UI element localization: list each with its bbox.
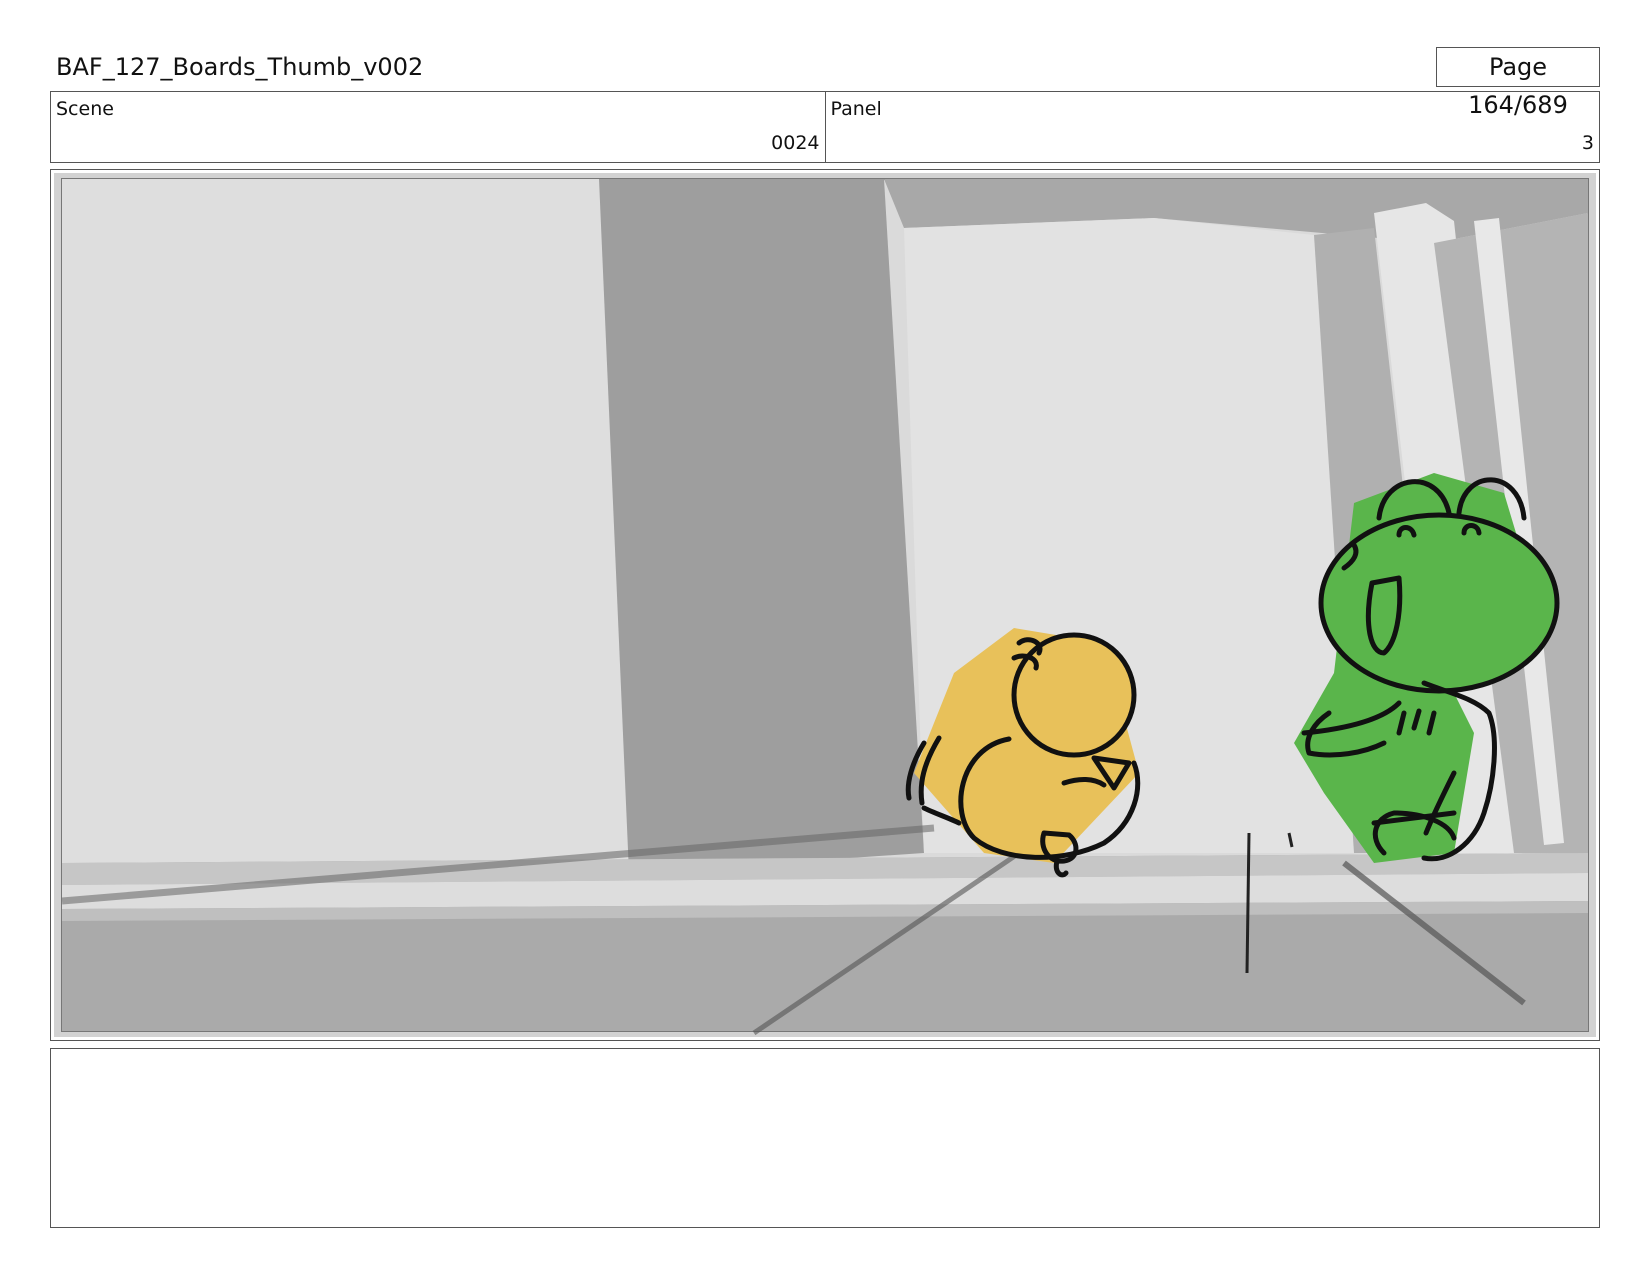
storyboard-panel-frame	[50, 169, 1600, 1041]
storyboard-sketch-image	[54, 173, 1596, 1037]
panel-number: 3	[1581, 132, 1594, 154]
document-title: BAF_127_Boards_Thumb_v002	[56, 53, 424, 81]
scene-label: Scene	[56, 98, 114, 120]
panel-cell: Panel 3	[824, 92, 1600, 162]
panel-label: Panel	[830, 98, 882, 120]
panel-notes-box	[50, 1048, 1600, 1228]
scene-number: 0024	[771, 132, 820, 154]
scene-cell: Scene 0024	[51, 92, 825, 162]
scene-panel-info-row: Scene 0024 Panel 3	[50, 91, 1600, 163]
page-number-box: Page 164/689	[1436, 47, 1600, 119]
